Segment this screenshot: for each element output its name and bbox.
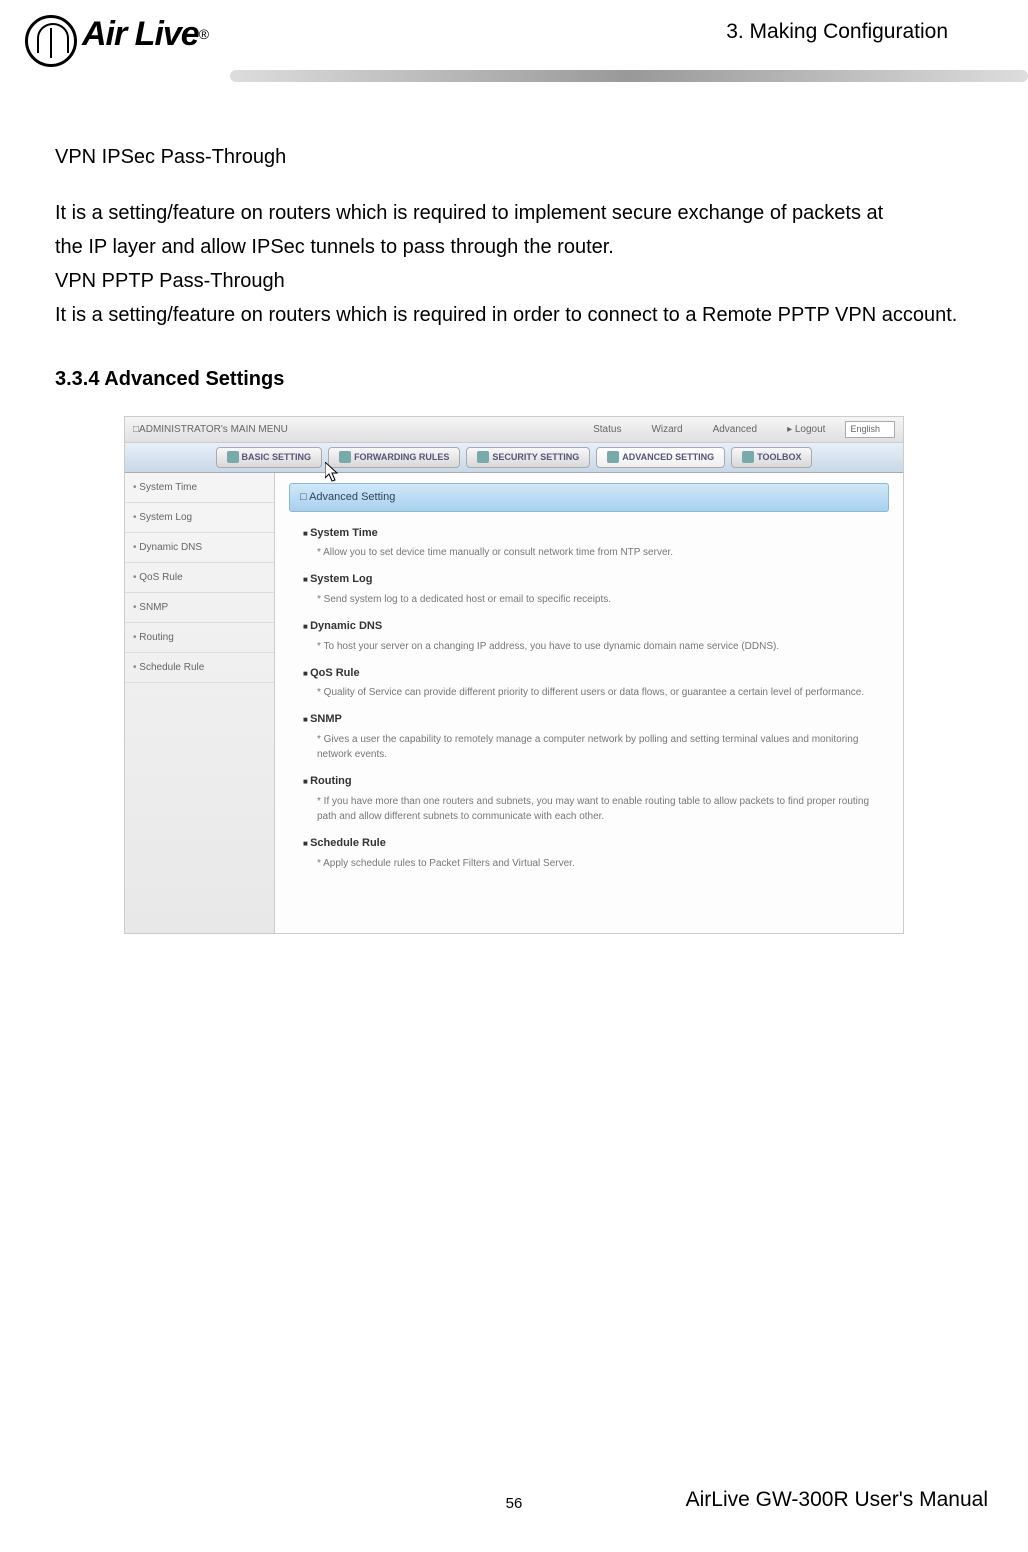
language-select[interactable]: English: [845, 421, 895, 438]
sidebar-item-schedule[interactable]: Schedule Rule: [125, 653, 274, 683]
logo-icon: [25, 15, 77, 67]
tab-forwarding[interactable]: FORWARDING RULES: [328, 447, 460, 468]
subheading-ipsec: VPN IPSec Pass-Through: [55, 140, 973, 174]
subheading-pptp: VPN PPTP Pass-Through: [55, 264, 973, 298]
item-desc: Send system log to a dedicated host or e…: [317, 592, 889, 607]
toolbar-link-advanced[interactable]: Advanced: [713, 421, 757, 438]
sidebar-item-snmp[interactable]: SNMP: [125, 593, 274, 623]
item-desc: Quality of Service can provide different…: [317, 685, 889, 700]
panel-title: □ Advanced Setting: [289, 483, 889, 512]
logo-registered: ®: [199, 26, 209, 42]
tab-icon: [227, 451, 239, 463]
sidebar-item-system-log[interactable]: System Log: [125, 503, 274, 533]
admin-toolbar: □ ADMINISTRATOR's MAIN MENU Status Wizar…: [125, 417, 903, 443]
item-desc: Gives a user the capability to remotely …: [317, 732, 889, 762]
sidebar-item-ddns[interactable]: Dynamic DNS: [125, 533, 274, 563]
tab-icon: [742, 451, 754, 463]
tab-row: BASIC SETTING FORWARDING RULES SECURITY …: [125, 443, 903, 473]
tab-advanced[interactable]: ADVANCED SETTING: [596, 447, 725, 468]
logo: Air Live®: [25, 15, 260, 85]
sidebar: System Time System Log Dynamic DNS QoS R…: [125, 473, 275, 933]
main-panel: □ Advanced Setting System Time Allow you …: [275, 473, 903, 933]
tab-icon: [477, 451, 489, 463]
page-number: 56: [506, 1495, 523, 1512]
embedded-screenshot: □ ADMINISTRATOR's MAIN MENU Status Wizar…: [124, 416, 904, 934]
toolbar-link-wizard[interactable]: Wizard: [651, 421, 682, 438]
tab-toolbox[interactable]: TOOLBOX: [731, 447, 812, 468]
tab-security[interactable]: SECURITY SETTING: [466, 447, 590, 468]
toolbar-link-logout[interactable]: ▸ Logout: [787, 421, 825, 438]
paragraph: It is a setting/feature on routers which…: [55, 298, 973, 332]
item-title: System Time: [303, 524, 889, 543]
admin-toolbar-title: ADMINISTRATOR's MAIN MENU: [139, 421, 593, 438]
item-desc: Allow you to set device time manually or…: [317, 545, 889, 560]
tab-basic[interactable]: BASIC SETTING: [216, 447, 323, 468]
sidebar-item-qos[interactable]: QoS Rule: [125, 563, 274, 593]
item-desc: To host your server on a changing IP add…: [317, 639, 889, 654]
item-title: SNMP: [303, 710, 889, 729]
sidebar-item-routing[interactable]: Routing: [125, 623, 274, 653]
item-desc: Apply schedule rules to Packet Filters a…: [317, 856, 889, 871]
item-title: System Log: [303, 570, 889, 589]
tab-icon: [607, 451, 619, 463]
logo-text: Air Live: [82, 15, 199, 53]
chapter-title: 3. Making Configuration: [726, 20, 948, 44]
item-title: Schedule Rule: [303, 834, 889, 853]
item-title: Dynamic DNS: [303, 617, 889, 636]
sidebar-item-system-time[interactable]: System Time: [125, 473, 274, 503]
tab-icon: [339, 451, 351, 463]
item-title: QoS Rule: [303, 664, 889, 683]
manual-title-footer: AirLive GW-300R User's Manual: [686, 1488, 988, 1512]
header-divider: [230, 70, 1028, 82]
section-heading: 3.3.4 Advanced Settings: [55, 362, 973, 396]
paragraph: It is a setting/feature on routers which…: [55, 196, 973, 230]
item-title: Routing: [303, 772, 889, 791]
paragraph: the IP layer and allow IPSec tunnels to …: [55, 230, 973, 264]
item-desc: If you have more than one routers and su…: [317, 794, 889, 824]
toolbar-link-status[interactable]: Status: [593, 421, 621, 438]
